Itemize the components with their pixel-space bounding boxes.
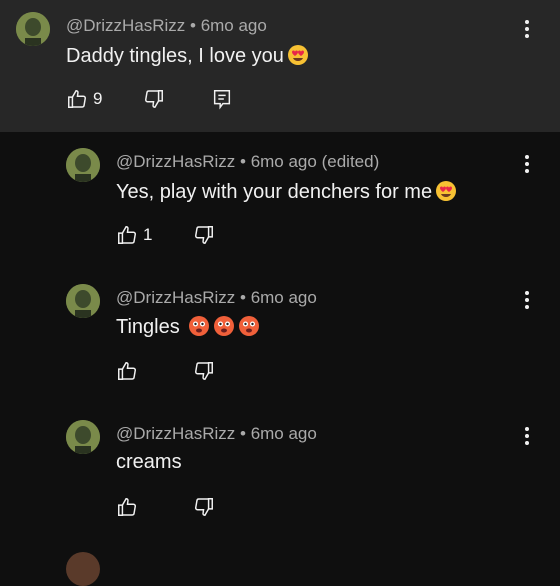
like-button[interactable]	[116, 496, 138, 518]
comment-time: 6mo ago	[250, 152, 317, 171]
like-button[interactable]: 9	[66, 88, 102, 110]
meta-separator: •	[240, 152, 246, 171]
thumbs-down-icon	[195, 362, 213, 380]
more-options-button[interactable]	[522, 424, 532, 448]
comment-actions: 1	[116, 224, 236, 248]
comment-text-content: Tingles	[116, 316, 180, 338]
like-count: 1	[143, 225, 153, 244]
next-comment-avatar[interactable]	[66, 552, 100, 586]
reply-comment: @DrizzHasRizz • 6mo ago (edited) Yes, pl…	[0, 132, 560, 268]
dislike-button[interactable]	[193, 360, 215, 382]
comment-text: Yes, play with your denchers for me	[116, 180, 457, 204]
comment-thread: @DrizzHasRizz • 6mo ago Daddy tingles, I…	[0, 0, 560, 586]
comment-text-content: creams	[116, 451, 182, 473]
more-vertical-icon	[525, 20, 529, 24]
comment-meta: @DrizzHasRizz • 6mo ago	[66, 16, 267, 36]
more-options-button[interactable]	[522, 288, 532, 312]
comment-meta: @DrizzHasRizz • 6mo ago	[116, 288, 317, 308]
thumbs-down-icon	[145, 90, 163, 108]
flushed-hot-emoji-icon	[239, 316, 260, 336]
thumbs-up-icon	[118, 226, 136, 244]
comment-actions: 9	[66, 88, 246, 112]
reply-icon	[213, 90, 231, 110]
avatar[interactable]	[66, 148, 100, 182]
comment-text: Tingles	[116, 315, 260, 339]
comment-actions	[116, 496, 236, 520]
comment-time: 6mo ago	[250, 424, 317, 443]
thumbs-up-icon	[118, 362, 136, 380]
heart-eyes-emoji-icon	[436, 181, 457, 201]
like-button[interactable]: 1	[116, 224, 152, 246]
comment-parent: @DrizzHasRizz • 6mo ago Daddy tingles, I…	[0, 0, 560, 132]
meta-separator: •	[240, 424, 246, 443]
reply-button[interactable]	[211, 88, 233, 110]
like-count: 9	[93, 89, 103, 108]
heart-eyes-emoji-icon	[287, 45, 308, 65]
reply-comment: @DrizzHasRizz • 6mo ago creams	[0, 404, 560, 540]
more-vertical-icon	[525, 427, 529, 431]
comment-text-content: Yes, play with your denchers for me	[116, 181, 433, 203]
comment-actions	[116, 360, 236, 384]
reply-comment: @DrizzHasRizz • 6mo ago Tingles	[0, 268, 560, 404]
more-options-button[interactable]	[522, 17, 532, 41]
thumbs-up-icon	[68, 90, 86, 108]
comment-text: Daddy tingles, I love you	[66, 44, 309, 68]
avatar[interactable]	[66, 284, 100, 318]
flushed-hot-emoji-icon	[214, 316, 235, 336]
more-vertical-icon	[525, 155, 529, 159]
dislike-button[interactable]	[193, 224, 215, 246]
comment-time: 6mo ago	[250, 288, 317, 307]
author-name[interactable]: @DrizzHasRizz	[66, 16, 185, 35]
avatar[interactable]	[66, 420, 100, 454]
comment-time: 6mo ago	[200, 16, 267, 35]
author-name[interactable]: @DrizzHasRizz	[116, 152, 235, 171]
flushed-hot-emoji-icon	[189, 316, 210, 336]
comment-meta: @DrizzHasRizz • 6mo ago	[116, 424, 317, 444]
thumbs-up-icon	[118, 498, 136, 516]
comment-meta: @DrizzHasRizz • 6mo ago (edited)	[116, 152, 379, 172]
meta-separator: •	[240, 288, 246, 307]
more-vertical-icon	[525, 291, 529, 295]
dislike-button[interactable]	[143, 88, 165, 110]
dislike-button[interactable]	[193, 496, 215, 518]
like-button[interactable]	[116, 360, 138, 382]
thumbs-down-icon	[195, 226, 213, 244]
thumbs-down-icon	[195, 498, 213, 516]
author-name[interactable]: @DrizzHasRizz	[116, 288, 235, 307]
more-options-button[interactable]	[522, 152, 532, 176]
meta-separator: •	[190, 16, 196, 35]
author-name[interactable]: @DrizzHasRizz	[116, 424, 235, 443]
edited-label: (edited)	[321, 152, 380, 171]
comment-text-content: Daddy tingles, I love you	[66, 45, 284, 67]
avatar[interactable]	[16, 12, 50, 46]
comment-text: creams	[116, 451, 182, 474]
